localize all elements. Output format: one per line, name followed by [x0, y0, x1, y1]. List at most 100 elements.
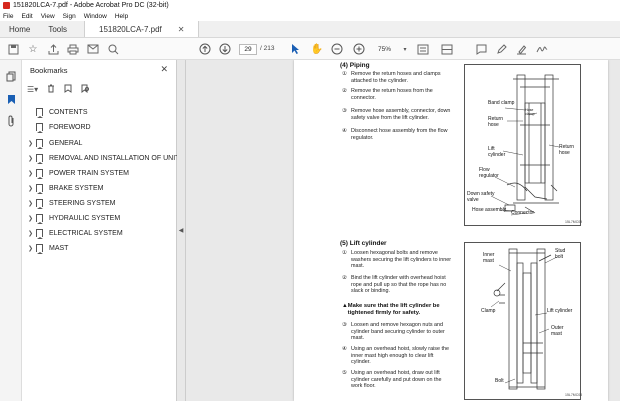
label-hose-assembly: Hose assembly — [472, 207, 507, 213]
pen-icon[interactable] — [494, 42, 508, 56]
chevron-right-icon[interactable]: ❯ — [26, 170, 35, 177]
zoom-out-icon[interactable] — [330, 42, 344, 56]
label-stud-bolt: Stud bolt — [555, 248, 566, 260]
bookmark-item[interactable]: ❯ STEERING SYSTEM — [26, 196, 116, 210]
hand-tool-icon[interactable]: ✋ — [310, 42, 324, 56]
section-heading-piping: (4) Piping — [340, 62, 370, 69]
print-icon[interactable] — [66, 42, 80, 56]
scroll-mode-icon[interactable] — [440, 42, 454, 56]
page-down-icon[interactable] — [218, 42, 232, 56]
chevron-right-icon[interactable]: ❯ — [26, 185, 35, 192]
bookmark-icon — [36, 199, 43, 209]
step: ③ Remove hose assembly, connector, down s… — [342, 108, 451, 121]
bookmark-icon — [36, 108, 43, 118]
label-return-hose: Return hose — [488, 116, 504, 128]
chevron-right-icon[interactable]: ❯ — [26, 215, 35, 222]
save-icon[interactable] — [6, 42, 20, 56]
bookmark-label: CONTENTS — [49, 108, 88, 116]
figure-piping: Band clamp Hose clamp Return hose Lift c… — [464, 64, 583, 226]
options-icon[interactable]: ☰▾ — [27, 85, 38, 94]
tab-document[interactable]: 151820LCA-7.pdf ✕ — [84, 21, 200, 37]
menu-edit[interactable]: Edit — [21, 13, 32, 20]
chevron-left-icon[interactable]: ◀ — [179, 227, 184, 234]
find-bookmark-icon[interactable] — [81, 84, 90, 95]
bookmarks-icon[interactable] — [5, 93, 17, 105]
close-icon[interactable]: ✕ — [160, 64, 168, 75]
bookmark-label: FOREWORD — [49, 123, 91, 131]
search-icon[interactable] — [106, 42, 120, 56]
bookmark-item[interactable]: ❯ BRAKE SYSTEM — [26, 181, 103, 195]
figure-lift-cylinder: Inner mast Stud bolt Clamp Lift cylinder… — [464, 242, 583, 400]
bookmark-item[interactable]: ❯ MAST — [26, 241, 68, 255]
label-bolt: Bolt — [495, 378, 504, 384]
menu-view[interactable]: View — [41, 13, 55, 20]
fit-page-icon[interactable] — [416, 42, 430, 56]
menu-sign[interactable]: Sign — [63, 13, 76, 20]
window-title: 151820LCA-7.pdf - Adobe Acrobat Pro DC (… — [13, 2, 169, 9]
bookmarks-panel: Bookmarks ✕ ☰▾ CONTENTS FOREWORD ❯ GENERA… — [22, 60, 179, 401]
step: ② Remove the return hoses from the connec… — [342, 88, 433, 101]
bookmark-tools: ☰▾ — [27, 82, 90, 96]
chevron-right-icon[interactable]: ❯ — [26, 230, 35, 237]
sign-icon[interactable] — [535, 42, 549, 56]
page-up-icon[interactable] — [198, 42, 212, 56]
tab-document-label: 151820LCA-7.pdf — [99, 24, 162, 34]
mast-cylinder-drawing — [490, 248, 558, 390]
section-heading-lift-cylinder: (5) Lift cylinder — [340, 240, 387, 247]
bookmark-label: POWER TRAIN SYSTEM — [49, 169, 129, 177]
label-outer-mast: Outer mast — [551, 325, 564, 337]
bookmark-icon — [36, 184, 43, 194]
bookmark-item[interactable]: ❯ HYDRAULIC SYSTEM — [26, 211, 120, 225]
bookmark-item[interactable]: ❯ POWER TRAIN SYSTEM — [26, 166, 129, 180]
tab-tools[interactable]: Tools — [39, 21, 76, 37]
tab-home[interactable]: Home — [0, 21, 39, 37]
delete-icon[interactable] — [47, 84, 55, 95]
bookmark-item[interactable]: CONTENTS — [26, 105, 88, 119]
attachment-icon[interactable] — [5, 115, 17, 127]
figure-code: 15L7MC09 — [565, 220, 583, 224]
step: ② Bind the lift cylinder with overhead ho… — [342, 275, 447, 295]
document-viewer[interactable]: (4) Piping ① Remove the return hoses and … — [186, 60, 620, 401]
bookmark-label: HYDRAULIC SYSTEM — [49, 214, 121, 222]
chevron-right-icon[interactable]: ❯ — [26, 200, 35, 207]
bookmark-icon — [36, 169, 43, 179]
label-hose-clamp: Hose clamp — [525, 108, 535, 116]
zoom-select[interactable]: 75% — [374, 44, 404, 55]
close-icon[interactable]: ✕ — [178, 25, 185, 34]
label-lift-cylinder: Lift cylinder — [488, 146, 506, 158]
step: ③ Loosen and remove hexagon nuts and cyli… — [342, 322, 445, 342]
email-icon[interactable] — [86, 42, 100, 56]
chevron-right-icon[interactable]: ❯ — [26, 140, 35, 147]
step: ④ Disconnect hose assembly from the flow … — [342, 128, 448, 141]
label-return-hose-right: Return hose — [559, 144, 575, 156]
bookmark-icon — [36, 244, 43, 254]
upload-icon[interactable] — [46, 42, 60, 56]
menu-file[interactable]: File — [3, 13, 13, 20]
menu-help[interactable]: Help — [115, 13, 128, 20]
label-inner-mast: Inner mast — [483, 252, 495, 264]
bookmark-item[interactable]: ❯ REMOVAL AND INSTALLATION OF UNIT — [26, 151, 179, 165]
panel-collapse-handle[interactable]: ◀ — [177, 60, 186, 401]
comment-icon[interactable] — [474, 42, 488, 56]
page-number-input[interactable]: 29 — [239, 44, 257, 55]
bookmark-label: STEERING SYSTEM — [49, 199, 116, 207]
page-thumbnails-icon[interactable] — [5, 70, 17, 82]
step: ④ Using an overhead hoist, slowly raise t… — [342, 346, 449, 366]
title-bar: 151820LCA-7.pdf - Adobe Acrobat Pro DC (… — [0, 0, 620, 11]
pdf-page: (4) Piping ① Remove the return hoses and … — [294, 60, 608, 401]
bookmark-item[interactable]: FOREWORD — [26, 120, 91, 134]
bookmark-item[interactable]: ❯ GENERAL — [26, 136, 82, 150]
star-icon[interactable]: ☆ — [26, 42, 40, 56]
highlight-icon[interactable] — [514, 42, 528, 56]
chevron-right-icon[interactable]: ❯ — [26, 155, 35, 162]
bookmark-icon — [36, 154, 43, 164]
bookmark-icon — [36, 229, 43, 239]
new-bookmark-icon[interactable] — [64, 84, 72, 95]
figure-code: 15L7MC08 — [565, 393, 583, 397]
chevron-right-icon[interactable]: ❯ — [26, 245, 35, 252]
acrobat-icon — [3, 2, 10, 9]
menu-window[interactable]: Window — [84, 13, 107, 20]
bookmark-item[interactable]: ❯ ELECTRICAL SYSTEM — [26, 226, 123, 240]
zoom-in-icon[interactable] — [352, 42, 366, 56]
select-cursor-icon[interactable] — [288, 42, 302, 56]
